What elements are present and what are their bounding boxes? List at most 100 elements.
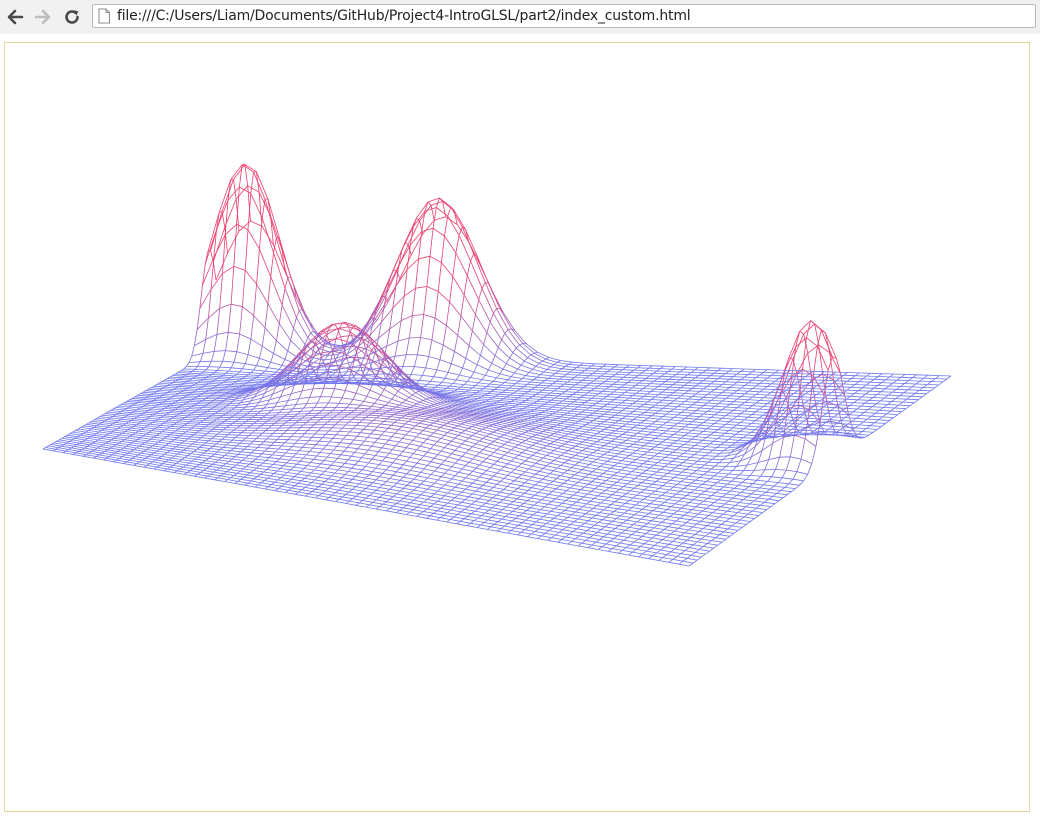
mesh-line: [451, 450, 456, 454]
mesh-line: [468, 471, 473, 475]
mesh-line: [394, 429, 399, 434]
mesh-line: [658, 391, 663, 395]
mesh-line: [513, 488, 518, 492]
mesh-line: [506, 506, 517, 510]
mesh-line: [429, 512, 434, 517]
mesh-line: [99, 454, 110, 457]
mesh-line: [867, 406, 873, 410]
mesh-line: [699, 546, 704, 550]
mesh-line: [529, 514, 534, 518]
mesh-line: [520, 482, 526, 487]
mesh-line: [624, 512, 635, 516]
mesh-line: [184, 474, 195, 477]
mesh-line: [680, 393, 685, 397]
mesh-line: [475, 299, 480, 315]
mesh-line: [611, 491, 617, 496]
mesh-line: [625, 413, 630, 417]
mesh-line: [495, 514, 506, 517]
mesh-line: [375, 479, 387, 482]
mesh-line: [307, 427, 312, 431]
mesh-line: [638, 553, 643, 558]
mesh-line: [548, 530, 560, 533]
mesh-line: [494, 523, 505, 527]
mesh-line: [426, 424, 430, 429]
reload-button[interactable]: [61, 6, 83, 28]
mesh-line: [666, 554, 677, 557]
mesh-line: [808, 425, 814, 434]
mesh-line: [550, 508, 555, 512]
mesh-line: [438, 382, 442, 386]
mesh-line: [696, 556, 702, 561]
mesh-line: [363, 425, 368, 430]
mesh-line: [275, 448, 279, 453]
mesh-line: [662, 413, 667, 417]
webgl-canvas[interactable]: [4, 42, 1030, 812]
mesh-line: [197, 361, 201, 367]
mesh-line: [570, 524, 581, 527]
mesh-line: [369, 501, 374, 506]
mesh-line: [663, 473, 668, 477]
mesh-line: [362, 477, 366, 482]
address-bar[interactable]: file:///C:/Users/Liam/Documents/GitHub/P…: [92, 4, 1036, 28]
mesh-line: [617, 469, 622, 473]
mesh-line: [620, 467, 626, 471]
mesh-line: [688, 562, 694, 567]
mesh-line: [317, 396, 321, 404]
mesh-line: [315, 440, 320, 445]
mesh-line: [358, 472, 370, 476]
mesh-line: [470, 522, 481, 526]
mesh-line: [123, 447, 134, 451]
mesh-line: [324, 471, 335, 474]
mesh-line: [205, 460, 216, 463]
mesh-line: [465, 462, 470, 466]
mesh-line: [602, 546, 613, 549]
mesh-line: [342, 487, 353, 490]
mesh-line: [725, 387, 730, 391]
url-text[interactable]: file:///C:/Users/Liam/Documents/GitHub/P…: [117, 8, 691, 25]
mesh-line: [494, 521, 499, 525]
mesh-line: [675, 520, 687, 523]
mesh-line: [296, 460, 301, 465]
mesh-line: [636, 439, 641, 443]
mesh-line: [644, 543, 655, 546]
mesh-line: [284, 439, 289, 444]
mesh-line: [668, 526, 679, 529]
mesh-line: [524, 479, 529, 484]
mesh-line: [228, 367, 232, 372]
forward-button[interactable]: [32, 6, 54, 28]
mesh-line: [735, 502, 740, 506]
mesh-line: [399, 476, 404, 481]
mesh-line: [544, 503, 549, 508]
mesh-line: [583, 532, 594, 536]
mesh-line: [256, 465, 260, 469]
mesh-line: [732, 466, 737, 471]
mesh-line: [755, 391, 761, 395]
mesh-line: [403, 473, 408, 478]
mesh-line: [423, 488, 428, 493]
mesh-line: [446, 301, 450, 326]
mesh-line: [454, 434, 459, 439]
mesh-line: [499, 489, 504, 493]
back-button[interactable]: [4, 6, 26, 28]
mesh-line: [767, 391, 772, 396]
mesh-line: [370, 430, 375, 435]
mesh-line: [420, 494, 431, 498]
mesh-line: [524, 526, 529, 531]
mesh-line: [387, 424, 392, 429]
mesh-line: [277, 479, 289, 482]
mesh-line: [618, 550, 623, 554]
mesh-line: [342, 494, 346, 498]
mesh-line: [461, 491, 473, 495]
mesh-line: [430, 482, 435, 487]
mesh-line: [787, 491, 792, 496]
mesh-line: [611, 447, 616, 451]
mesh-line: [386, 491, 397, 495]
mesh-line: [259, 462, 264, 466]
mesh-line: [436, 517, 441, 521]
mesh-line: [341, 466, 352, 469]
mesh-line: [427, 474, 432, 479]
mesh-line: [639, 463, 644, 467]
mesh-line: [648, 537, 653, 542]
mesh-line: [681, 401, 686, 405]
mesh-line: [142, 444, 153, 447]
